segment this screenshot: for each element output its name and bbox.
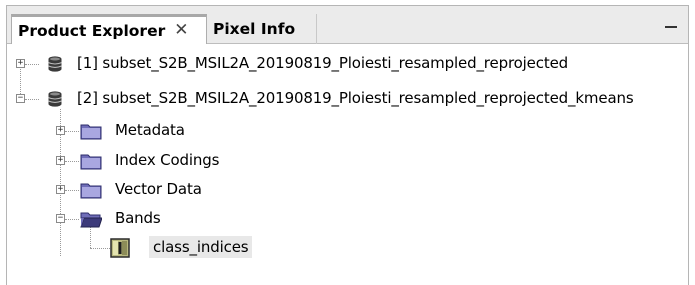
tab-product-explorer[interactable]: Product Explorer ✕ <box>11 14 207 44</box>
tab-pixel-info[interactable]: Pixel Info <box>207 14 317 44</box>
tree-item-vector-data[interactable]: + Vector Data <box>7 177 307 203</box>
folder-icon <box>80 183 102 199</box>
database-icon <box>48 91 62 107</box>
tree-item-metadata[interactable]: + Metadata <box>7 118 307 144</box>
expand-icon[interactable]: + <box>56 126 65 135</box>
folder-icon <box>80 154 102 170</box>
metadata-label: Metadata <box>115 121 185 139</box>
product-explorer-window: Product Explorer ✕ Pixel Info + [1] subs… <box>6 5 689 285</box>
database-icon <box>48 56 62 72</box>
product-1-label: [1] subset_S2B_MSIL2A_20190819_Ploiesti_… <box>77 54 569 72</box>
band-icon <box>110 238 130 258</box>
product-tree: + [1] subset_S2B_MSIL2A_20190819_Ploiest… <box>7 44 688 284</box>
expand-icon[interactable]: + <box>16 59 25 68</box>
tree-item-index-codings[interactable]: + Index Codings <box>7 148 307 174</box>
tree-item-product-1[interactable]: + [1] subset_S2B_MSIL2A_20190819_Ploiest… <box>7 51 687 77</box>
index-codings-label: Index Codings <box>115 151 220 169</box>
tab-bar: Product Explorer ✕ Pixel Info <box>7 6 688 44</box>
collapse-icon[interactable]: − <box>56 214 65 223</box>
tab-pixel-info-label: Pixel Info <box>213 20 296 38</box>
class-indices-label: class_indices <box>149 236 253 258</box>
expand-icon[interactable]: + <box>56 185 65 194</box>
product-2-label: [2] subset_S2B_MSIL2A_20190819_Ploiesti_… <box>77 89 634 107</box>
minimize-icon[interactable] <box>664 20 678 34</box>
folder-open-icon <box>80 212 102 228</box>
expand-icon[interactable]: + <box>56 156 65 165</box>
tree-item-bands[interactable]: − Bands <box>7 206 307 232</box>
vector-data-label: Vector Data <box>115 180 202 198</box>
close-icon[interactable]: ✕ <box>174 22 188 39</box>
tab-product-explorer-label: Product Explorer <box>18 21 166 40</box>
bands-label: Bands <box>115 209 161 227</box>
tree-item-product-2[interactable]: − [2] subset_S2B_MSIL2A_20190819_Ploiest… <box>7 86 687 112</box>
collapse-icon[interactable]: − <box>16 94 25 103</box>
tree-item-class-indices[interactable]: class_indices <box>7 235 307 261</box>
folder-icon <box>80 124 102 140</box>
